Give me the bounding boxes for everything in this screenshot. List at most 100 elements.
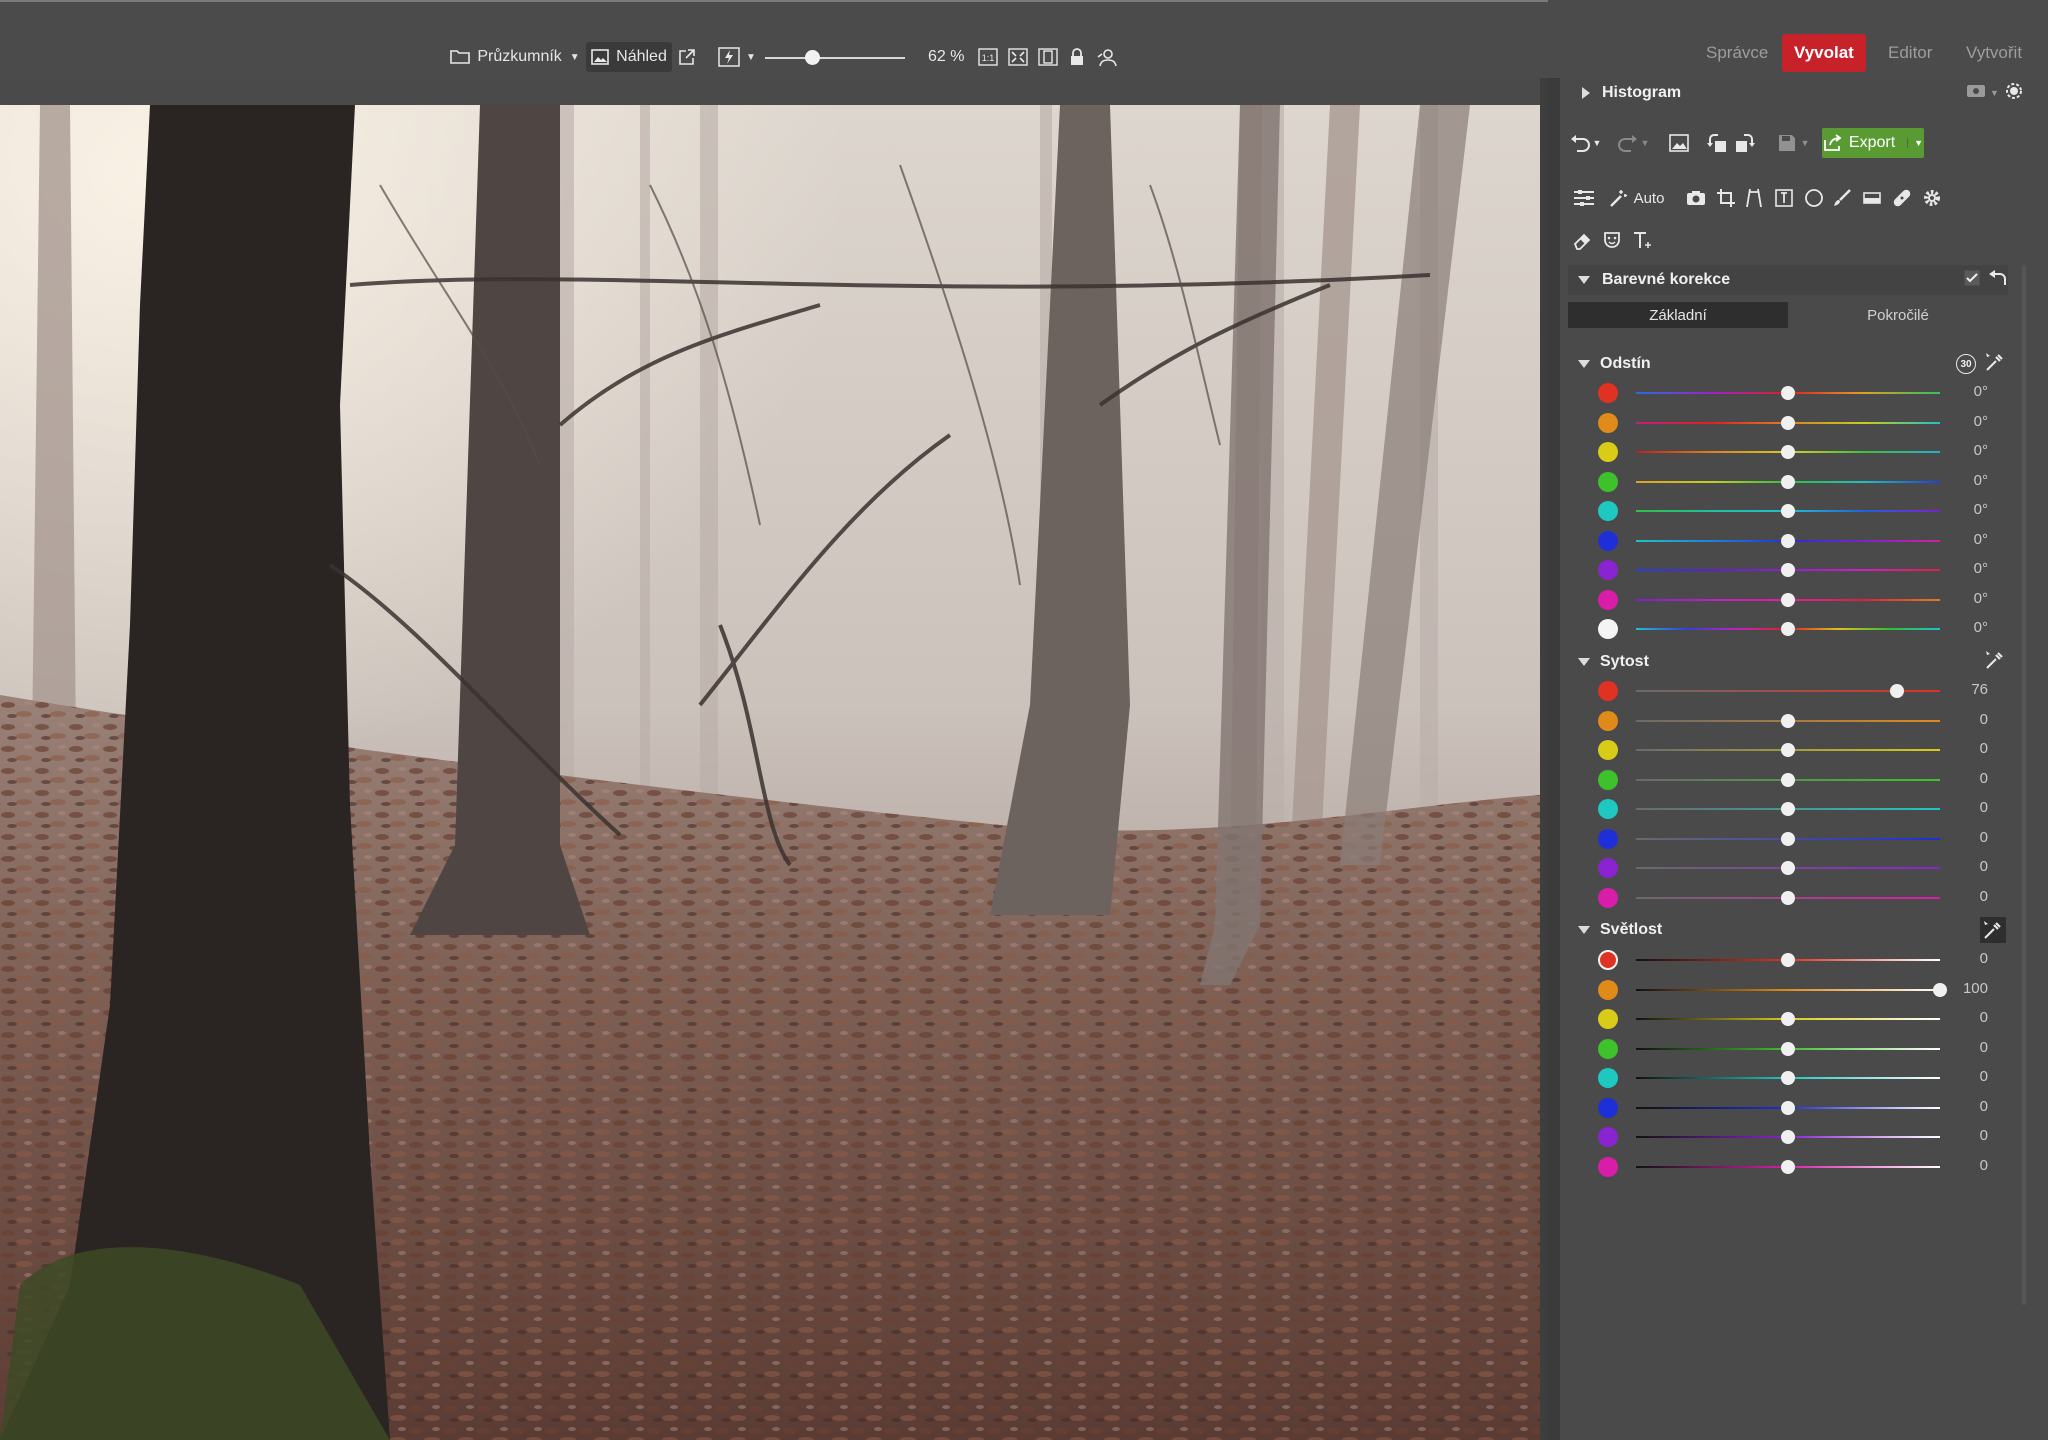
hue-slider-handle[interactable] [1781,592,1795,607]
tab-editor[interactable]: Editor [1876,34,1944,72]
lightness-header[interactable]: Světlost [1568,917,2008,943]
saturation-slider-handle[interactable] [1781,890,1795,905]
browser-button[interactable]: Průzkumník ▼ [450,42,580,72]
eraser-button[interactable] [1570,228,1594,252]
zoom-slider-track[interactable] [765,57,905,59]
saturation-slider-handle[interactable] [1890,684,1905,698]
saturation-slider-handle[interactable] [1781,713,1795,728]
lightness-slider-handle[interactable] [1933,982,1947,997]
color-corrections-header[interactable]: Barevné korekce [1568,265,2008,295]
hue-value[interactable]: 0° [1950,560,1988,577]
hue-value[interactable]: 0° [1950,501,1988,518]
face-retouch-button[interactable] [1600,228,1624,252]
hue-slider-handle[interactable] [1781,474,1795,489]
hue-header[interactable]: Odstín 30 [1568,352,2008,376]
lightness-slider-handle[interactable] [1781,1159,1795,1174]
hue-slider-handle[interactable] [1781,386,1795,400]
hue-value[interactable]: 0° [1950,472,1988,489]
hue-value[interactable]: 0° [1950,590,1988,607]
saturation-value[interactable]: 0 [1950,829,1988,846]
lightness-value[interactable]: 100 [1950,980,1988,997]
lightness-slider-handle[interactable] [1781,1071,1795,1085]
perspective-button[interactable] [1742,186,1766,210]
tab-develop[interactable]: Vyvolat [1782,34,1866,72]
export-button[interactable]: Export ▼ [1822,128,1924,158]
lightness-slider-handle[interactable] [1781,1012,1795,1026]
tab-advanced[interactable]: Pokročilé [1788,302,2008,328]
tab-manage[interactable]: Správce [1694,34,1780,72]
external-window-button[interactable] [674,42,700,72]
lightness-value[interactable]: 0 [1950,1157,1988,1174]
histogram-header[interactable]: Histogram ▼ [1568,78,2022,108]
panel-scrollbar[interactable] [2022,265,2026,1305]
zoom-100-button[interactable]: 1:1 [976,42,1000,72]
radial-filter-button[interactable] [1802,186,1826,210]
lightness-value[interactable]: 0 [1950,950,1988,967]
rotate-right-button[interactable] [1732,128,1758,158]
saturation-slider-handle[interactable] [1781,861,1795,875]
zoom-slider-handle[interactable] [805,50,821,65]
saturation-slider-handle[interactable] [1781,772,1795,787]
lightness-slider-handle[interactable] [1781,1041,1795,1056]
settings-icon[interactable] [2004,81,2024,106]
hue-eyedropper-button[interactable] [1984,351,2006,378]
lightness-slider-handle[interactable] [1781,953,1795,967]
saturation-value[interactable]: 0 [1950,711,1988,728]
photo-canvas[interactable] [0,105,1540,1440]
settings-button[interactable] [1920,186,1944,210]
lightness-value[interactable]: 0 [1950,1098,1988,1115]
lightness-slider-track[interactable] [1636,988,1940,991]
text-button[interactable] [1630,228,1654,252]
hue-slider-handle[interactable] [1781,415,1795,430]
adjustments-button[interactable] [1570,184,1598,212]
healing-button[interactable] [1890,186,1914,210]
quick-fix-button[interactable]: ▼ [712,42,762,72]
saturation-value[interactable]: 0 [1950,770,1988,787]
lock-zoom-button[interactable] [1066,42,1088,72]
straighten-button[interactable] [1772,186,1796,210]
lightness-value[interactable]: 0 [1950,1127,1988,1144]
hue-value[interactable]: 0° [1950,383,1988,400]
hue-slider-handle[interactable] [1781,563,1795,577]
rotate-left-button[interactable] [1704,128,1730,158]
saturation-value[interactable]: 0 [1950,740,1988,757]
preview-button[interactable]: Náhled [586,42,672,72]
auto-button[interactable]: Auto [1604,184,1668,212]
tab-basic[interactable]: Základní [1568,302,1788,328]
lightness-slider-handle[interactable] [1781,1100,1795,1115]
lightness-value[interactable]: 0 [1950,1068,1988,1085]
hue-value[interactable]: 0° [1950,619,1988,636]
saturation-value[interactable]: 0 [1950,858,1988,875]
compare-button[interactable] [1664,128,1694,158]
navigator-button[interactable] [1094,42,1120,72]
lightness-slider-handle[interactable] [1781,1130,1795,1144]
chevron-down-icon[interactable]: ▼ [1990,88,1999,98]
saturation-value[interactable]: 76 [1950,681,1988,698]
crop-button[interactable] [1714,186,1738,210]
hue-step-badge[interactable]: 30 [1956,354,1976,374]
enable-checkbox[interactable] [1964,270,1980,291]
lightness-value[interactable]: 0 [1950,1039,1988,1056]
saturation-header[interactable]: Sytost [1568,650,2008,674]
hue-slider-handle[interactable] [1781,445,1795,459]
saturation-slider-handle[interactable] [1781,743,1795,757]
lightness-value[interactable]: 0 [1950,1009,1988,1026]
lightness-eyedropper-button[interactable] [1980,917,2006,943]
reset-section-button[interactable] [1988,269,2006,291]
camera-profile-button[interactable] [1684,186,1708,210]
hue-value[interactable]: 0° [1950,413,1988,430]
hue-slider-handle[interactable] [1781,622,1795,636]
undo-button[interactable]: ▼ [1568,128,1602,158]
saturation-slider-handle[interactable] [1781,802,1795,816]
hue-slider-handle[interactable] [1781,504,1795,518]
saturation-slider-handle[interactable] [1781,831,1795,846]
tab-create[interactable]: Vytvořit [1954,34,2034,72]
hue-value[interactable]: 0° [1950,531,1988,548]
camera-view-icon[interactable] [1966,84,1986,103]
saturation-value[interactable]: 0 [1950,888,1988,905]
save-button[interactable]: ▼ [1772,128,1814,158]
saturation-eyedropper-button[interactable] [1984,649,2006,676]
brush-button[interactable] [1830,186,1854,210]
fit-screen-button[interactable] [1006,42,1030,72]
hue-value[interactable]: 0° [1950,442,1988,459]
